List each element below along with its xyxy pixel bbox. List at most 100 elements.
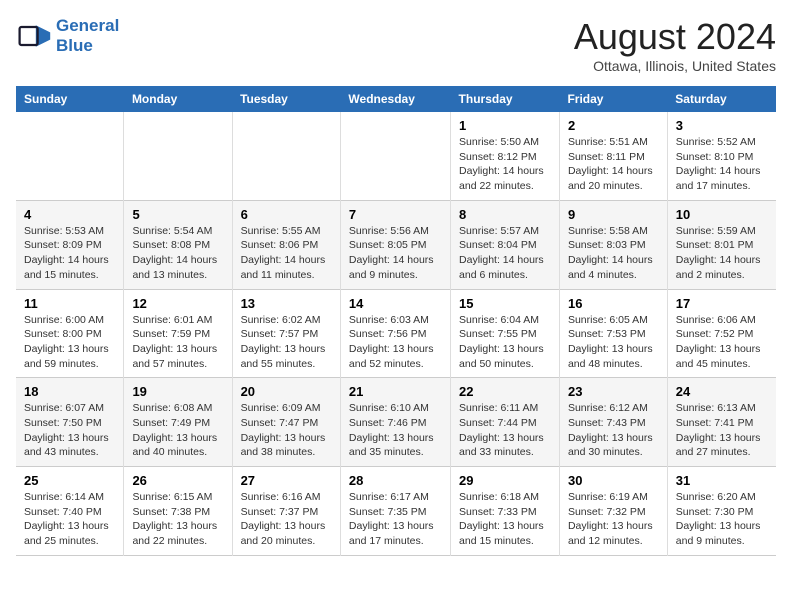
calendar-week-row: 18 Sunrise: 6:07 AMSunset: 7:50 PMDayligh… — [16, 378, 776, 467]
calendar-cell: 25Sunrise: 6:14 AMSunset: 7:40 PMDayligh… — [16, 467, 124, 556]
calendar-cell: 21 Sunrise: 6:10 AMSunset: 7:46 PMDayligh… — [340, 378, 450, 467]
calendar-cell: 4 Sunrise: 5:53 AMSunset: 8:09 PMDaylight… — [16, 200, 124, 289]
weekday-header: Thursday — [451, 86, 560, 112]
calendar-cell: 27Sunrise: 6:16 AMSunset: 7:37 PMDayligh… — [232, 467, 340, 556]
calendar-cell: 7 Sunrise: 5:56 AMSunset: 8:05 PMDaylight… — [340, 200, 450, 289]
calendar-cell: 1Sunrise: 5:50 AMSunset: 8:12 PMDaylight… — [451, 112, 560, 200]
weekday-header: Wednesday — [340, 86, 450, 112]
day-number: 7 — [349, 207, 442, 222]
day-number: 12 — [132, 296, 223, 311]
day-info: Sunrise: 6:11 AMSunset: 7:44 PMDaylight:… — [459, 401, 551, 460]
calendar-cell — [16, 112, 124, 200]
weekday-header: Friday — [559, 86, 667, 112]
calendar-cell: 5Sunrise: 5:54 AMSunset: 8:08 PMDaylight… — [124, 200, 232, 289]
title-area: August 2024 Ottawa, Illinois, United Sta… — [574, 16, 776, 74]
calendar-cell: 19Sunrise: 6:08 AMSunset: 7:49 PMDayligh… — [124, 378, 232, 467]
calendar-week-row: 25Sunrise: 6:14 AMSunset: 7:40 PMDayligh… — [16, 467, 776, 556]
calendar-cell: 3Sunrise: 5:52 AMSunset: 8:10 PMDaylight… — [667, 112, 776, 200]
day-info: Sunrise: 6:07 AMSunset: 7:50 PMDaylight:… — [24, 401, 115, 460]
day-info: Sunrise: 6:16 AMSunset: 7:37 PMDaylight:… — [241, 490, 332, 549]
day-number: 21 — [349, 384, 442, 399]
logo-blue: Blue — [56, 36, 119, 56]
day-number: 11 — [24, 296, 115, 311]
month-year-title: August 2024 — [574, 16, 776, 58]
day-info: Sunrise: 5:56 AMSunset: 8:05 PMDaylight:… — [349, 224, 442, 283]
day-info: Sunrise: 6:08 AMSunset: 7:49 PMDaylight:… — [132, 401, 223, 460]
calendar-week-row: 1Sunrise: 5:50 AMSunset: 8:12 PMDaylight… — [16, 112, 776, 200]
day-info: Sunrise: 6:03 AMSunset: 7:56 PMDaylight:… — [349, 313, 442, 372]
day-info: Sunrise: 6:19 AMSunset: 7:32 PMDaylight:… — [568, 490, 659, 549]
day-number: 22 — [459, 384, 551, 399]
day-info: Sunrise: 6:00 AMSunset: 8:00 PMDaylight:… — [24, 313, 115, 372]
day-info: Sunrise: 6:02 AMSunset: 7:57 PMDaylight:… — [241, 313, 332, 372]
day-number: 16 — [568, 296, 659, 311]
calendar-cell — [124, 112, 232, 200]
calendar-cell: 10 Sunrise: 5:59 AMSunset: 8:01 PMDayligh… — [667, 200, 776, 289]
day-number: 25 — [24, 473, 115, 488]
day-info: Sunrise: 5:58 AMSunset: 8:03 PMDaylight:… — [568, 224, 659, 283]
day-info: Sunrise: 6:10 AMSunset: 7:46 PMDaylight:… — [349, 401, 442, 460]
day-info: Sunrise: 6:09 AMSunset: 7:47 PMDaylight:… — [241, 401, 332, 460]
logo-icon — [16, 18, 52, 54]
day-info: Sunrise: 5:55 AMSunset: 8:06 PMDaylight:… — [241, 224, 332, 283]
logo-text: General Blue — [56, 16, 119, 55]
weekday-header-row: SundayMondayTuesdayWednesdayThursdayFrid… — [16, 86, 776, 112]
day-number: 6 — [241, 207, 332, 222]
day-number: 5 — [132, 207, 223, 222]
day-number: 28 — [349, 473, 442, 488]
calendar-cell — [232, 112, 340, 200]
calendar-cell: 16Sunrise: 6:05 AMSunset: 7:53 PMDayligh… — [559, 289, 667, 378]
day-number: 26 — [132, 473, 223, 488]
location-subtitle: Ottawa, Illinois, United States — [574, 58, 776, 74]
day-info: Sunrise: 6:20 AMSunset: 7:30 PMDaylight:… — [676, 490, 768, 549]
logo: General Blue — [16, 16, 119, 55]
day-info: Sunrise: 6:04 AMSunset: 7:55 PMDaylight:… — [459, 313, 551, 372]
day-number: 18 — [24, 384, 115, 399]
weekday-header: Monday — [124, 86, 232, 112]
day-number: 9 — [568, 207, 659, 222]
day-number: 8 — [459, 207, 551, 222]
calendar-cell: 30 Sunrise: 6:19 AMSunset: 7:32 PMDayligh… — [559, 467, 667, 556]
calendar-cell: 13 Sunrise: 6:02 AMSunset: 7:57 PMDayligh… — [232, 289, 340, 378]
calendar-cell: 26 Sunrise: 6:15 AMSunset: 7:38 PMDayligh… — [124, 467, 232, 556]
calendar-week-row: 4 Sunrise: 5:53 AMSunset: 8:09 PMDaylight… — [16, 200, 776, 289]
calendar-cell: 14 Sunrise: 6:03 AMSunset: 7:56 PMDayligh… — [340, 289, 450, 378]
calendar-cell: 17 Sunrise: 6:06 AMSunset: 7:52 PMDayligh… — [667, 289, 776, 378]
day-number: 4 — [24, 207, 115, 222]
calendar-cell: 18 Sunrise: 6:07 AMSunset: 7:50 PMDayligh… — [16, 378, 124, 467]
calendar-cell: 8Sunrise: 5:57 AMSunset: 8:04 PMDaylight… — [451, 200, 560, 289]
day-number: 23 — [568, 384, 659, 399]
calendar-cell: 12 Sunrise: 6:01 AMSunset: 7:59 PMDayligh… — [124, 289, 232, 378]
calendar-cell: 23 Sunrise: 6:12 AMSunset: 7:43 PMDayligh… — [559, 378, 667, 467]
calendar-cell: 11 Sunrise: 6:00 AMSunset: 8:00 PMDayligh… — [16, 289, 124, 378]
day-info: Sunrise: 5:59 AMSunset: 8:01 PMDaylight:… — [676, 224, 768, 283]
day-info: Sunrise: 6:06 AMSunset: 7:52 PMDaylight:… — [676, 313, 768, 372]
day-number: 30 — [568, 473, 659, 488]
calendar-cell: 22 Sunrise: 6:11 AMSunset: 7:44 PMDayligh… — [451, 378, 560, 467]
day-info: Sunrise: 6:12 AMSunset: 7:43 PMDaylight:… — [568, 401, 659, 460]
day-info: Sunrise: 6:18 AMSunset: 7:33 PMDaylight:… — [459, 490, 551, 549]
day-info: Sunrise: 5:53 AMSunset: 8:09 PMDaylight:… — [24, 224, 115, 283]
day-info: Sunrise: 5:50 AMSunset: 8:12 PMDaylight:… — [459, 135, 551, 194]
day-info: Sunrise: 6:17 AMSunset: 7:35 PMDaylight:… — [349, 490, 442, 549]
day-info: Sunrise: 6:13 AMSunset: 7:41 PMDaylight:… — [676, 401, 768, 460]
day-number: 10 — [676, 207, 768, 222]
calendar-cell: 29Sunrise: 6:18 AMSunset: 7:33 PMDayligh… — [451, 467, 560, 556]
calendar-cell: 28 Sunrise: 6:17 AMSunset: 7:35 PMDayligh… — [340, 467, 450, 556]
day-info: Sunrise: 6:15 AMSunset: 7:38 PMDaylight:… — [132, 490, 223, 549]
day-number: 14 — [349, 296, 442, 311]
day-number: 17 — [676, 296, 768, 311]
calendar-cell: 9 Sunrise: 5:58 AMSunset: 8:03 PMDaylight… — [559, 200, 667, 289]
calendar-cell: 2Sunrise: 5:51 AMSunset: 8:11 PMDaylight… — [559, 112, 667, 200]
day-info: Sunrise: 6:01 AMSunset: 7:59 PMDaylight:… — [132, 313, 223, 372]
day-number: 20 — [241, 384, 332, 399]
calendar-week-row: 11 Sunrise: 6:00 AMSunset: 8:00 PMDayligh… — [16, 289, 776, 378]
calendar-cell: 6 Sunrise: 5:55 AMSunset: 8:06 PMDaylight… — [232, 200, 340, 289]
day-number: 2 — [568, 118, 659, 133]
calendar-cell: 31 Sunrise: 6:20 AMSunset: 7:30 PMDayligh… — [667, 467, 776, 556]
calendar-cell: 15Sunrise: 6:04 AMSunset: 7:55 PMDayligh… — [451, 289, 560, 378]
day-number: 31 — [676, 473, 768, 488]
day-info: Sunrise: 5:52 AMSunset: 8:10 PMDaylight:… — [676, 135, 768, 194]
page-header: General Blue August 2024 Ottawa, Illinoi… — [16, 16, 776, 74]
day-number: 13 — [241, 296, 332, 311]
